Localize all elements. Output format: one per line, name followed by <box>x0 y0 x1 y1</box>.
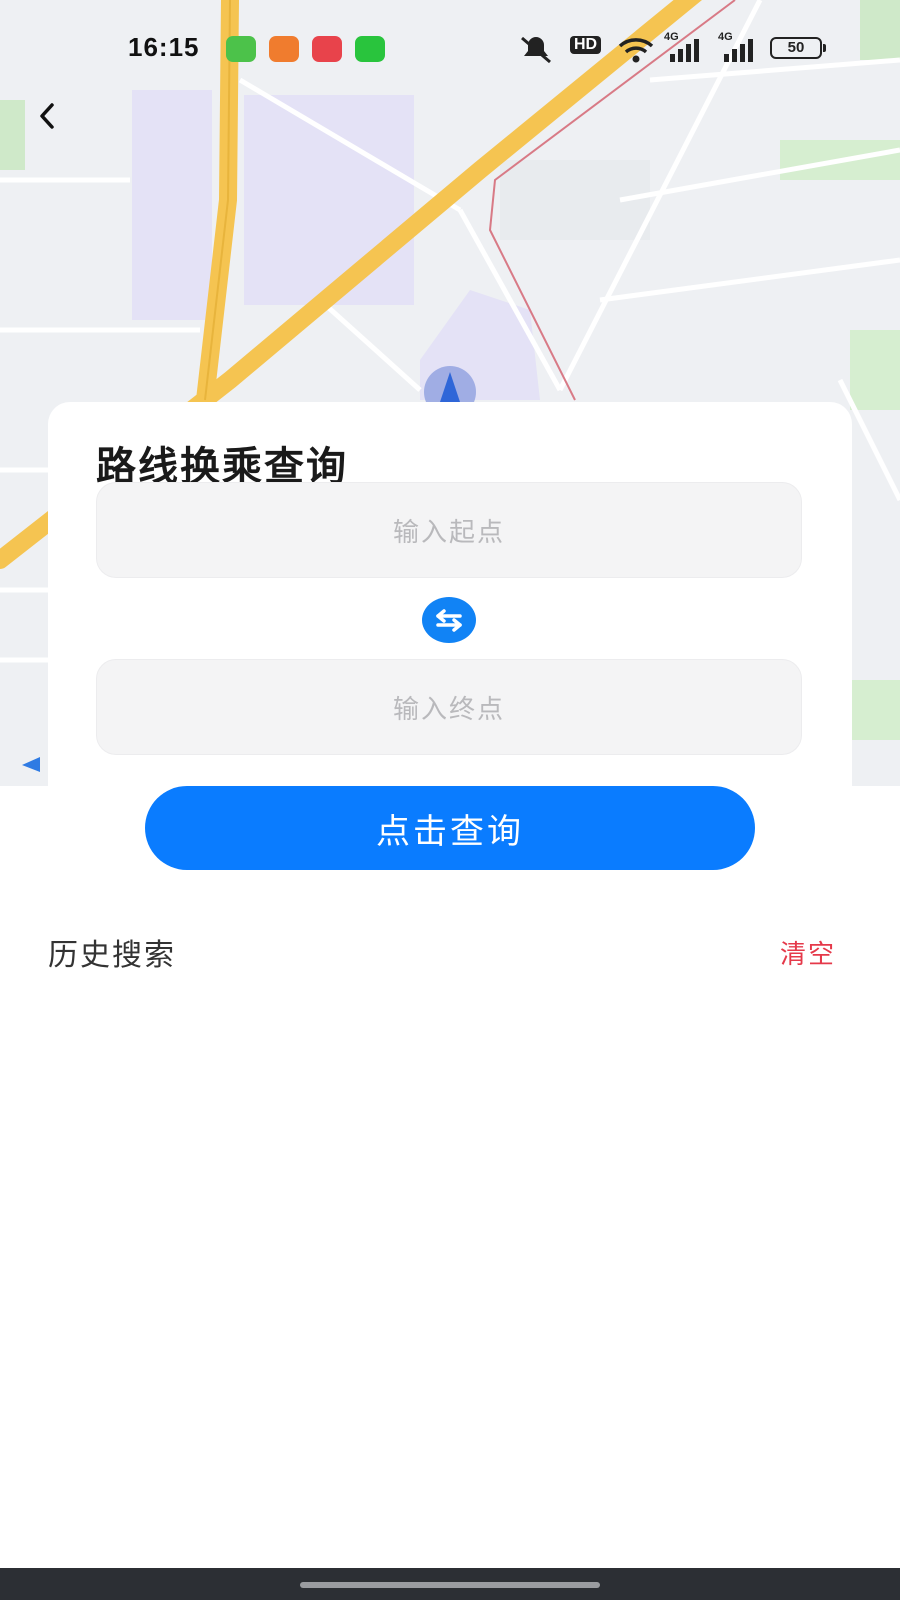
video-app-icon <box>312 36 342 62</box>
back-button[interactable] <box>28 96 68 136</box>
end-point-placeholder: 输入终点 <box>392 694 505 725</box>
signal-icon-2 <box>724 39 753 62</box>
swap-arrows-icon <box>436 609 462 632</box>
swap-button[interactable] <box>422 597 476 643</box>
mute-icon <box>521 36 551 64</box>
store-app-icon <box>355 36 385 62</box>
navigation-bar <box>0 1568 900 1600</box>
query-button[interactable]: 点击查询 <box>145 786 755 870</box>
start-point-input[interactable]: 输入起点 <box>96 482 802 578</box>
start-point-placeholder: 输入起点 <box>392 517 505 548</box>
battery-icon: 50 <box>770 37 826 59</box>
signal-icon-1 <box>670 39 699 62</box>
chevron-left-icon <box>40 103 54 129</box>
end-point-input[interactable]: 输入终点 <box>96 659 802 755</box>
hd-label: HD <box>570 36 602 54</box>
home-indicator[interactable] <box>300 1582 600 1588</box>
message-app-icon <box>226 36 256 62</box>
photos-app-icon <box>269 36 299 62</box>
status-bar: 16:15 HD 4G 4G 50 <box>0 28 900 68</box>
wifi-icon <box>618 38 654 63</box>
clear-history-button[interactable]: 清空 <box>780 934 836 971</box>
status-time: 16:15 <box>128 32 200 62</box>
route-query-card: 路线换乘查询 输入起点 输入终点 <box>48 402 852 786</box>
history-title: 历史搜索 <box>48 938 176 973</box>
